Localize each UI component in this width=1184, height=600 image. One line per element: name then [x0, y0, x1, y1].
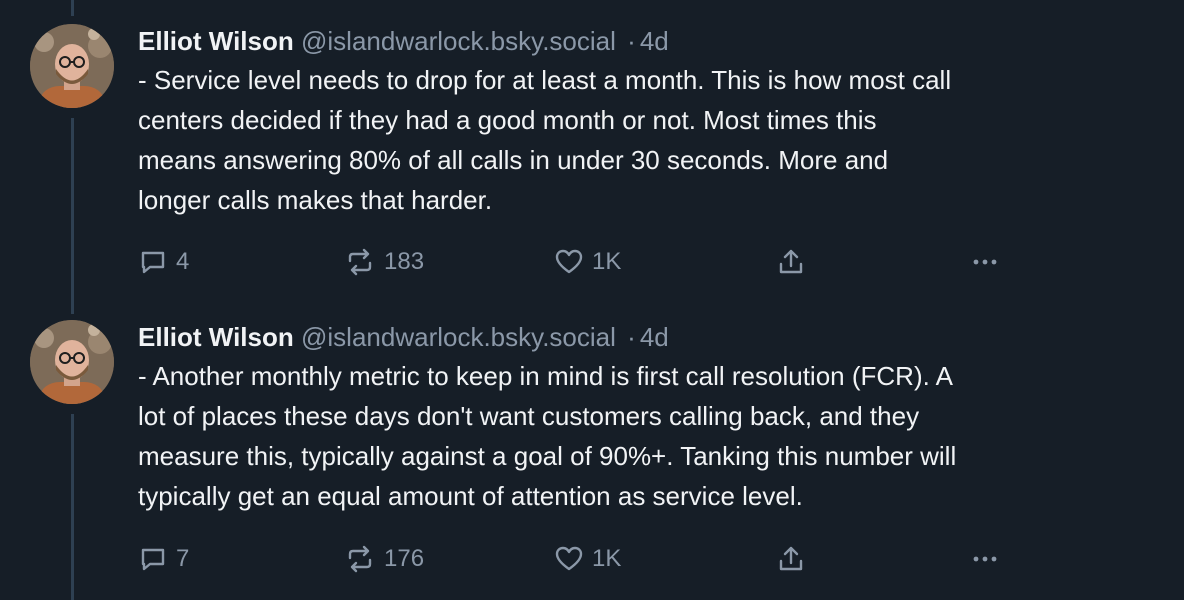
- separator: ·: [627, 322, 636, 352]
- post-actions: 7 176 1K: [138, 541, 1018, 577]
- like-count: 1K: [592, 545, 622, 572]
- post-header: Elliot Wilson @islandwarlock.bsky.social…: [138, 320, 1154, 354]
- separator: ·: [627, 26, 636, 56]
- post-text-line: centers decided if they had a good month…: [138, 105, 877, 135]
- author-handle[interactable]: @islandwarlock.bsky.social: [301, 26, 616, 56]
- repost-icon: [344, 247, 376, 277]
- more-button[interactable]: [970, 541, 1000, 577]
- repost-count: 176: [384, 545, 425, 572]
- post-header: Elliot Wilson @islandwarlock.bsky.social…: [138, 24, 1154, 58]
- post-text-line: lot of places these days don't want cust…: [138, 401, 920, 431]
- reply-icon: [138, 544, 168, 574]
- author-name[interactable]: Elliot Wilson: [138, 26, 294, 56]
- post-text-line: measure this, typically against a goal o…: [138, 441, 957, 471]
- more-icon: [970, 544, 1000, 574]
- post-text-line: means answering 80% of all calls in unde…: [138, 145, 889, 175]
- reply-count: 4: [176, 248, 190, 275]
- timestamp[interactable]: 4d: [640, 322, 669, 352]
- share-button[interactable]: [776, 244, 806, 280]
- like-count: 1K: [592, 248, 622, 275]
- repost-icon: [344, 544, 376, 574]
- share-icon: [776, 544, 806, 574]
- post[interactable]: Elliot Wilson @islandwarlock.bsky.social…: [0, 298, 1184, 596]
- post-text-line: typically get an equal amount of attenti…: [138, 481, 803, 511]
- repost-count: 183: [384, 248, 425, 275]
- repost-button[interactable]: 176: [344, 541, 424, 577]
- post-text-line: - Service level needs to drop for at lea…: [138, 65, 952, 95]
- post-text: - Service level needs to drop for at lea…: [138, 60, 1154, 220]
- post-actions: 4 183 1K: [138, 244, 1018, 280]
- author-name[interactable]: Elliot Wilson: [138, 322, 294, 352]
- heart-icon: [554, 544, 584, 574]
- repost-button[interactable]: 183: [344, 244, 424, 280]
- post[interactable]: Elliot Wilson @islandwarlock.bsky.social…: [0, 0, 1184, 298]
- more-button[interactable]: [970, 244, 1000, 280]
- timestamp[interactable]: 4d: [640, 26, 669, 56]
- heart-icon: [554, 247, 584, 277]
- more-icon: [970, 247, 1000, 277]
- avatar[interactable]: [30, 320, 114, 404]
- like-button[interactable]: 1K: [554, 244, 621, 280]
- post-text-line: longer calls makes that harder.: [138, 185, 493, 215]
- reply-button[interactable]: 7: [138, 541, 189, 577]
- share-button[interactable]: [776, 541, 806, 577]
- like-button[interactable]: 1K: [554, 541, 621, 577]
- share-icon: [776, 247, 806, 277]
- author-handle[interactable]: @islandwarlock.bsky.social: [301, 322, 616, 352]
- avatar[interactable]: [30, 24, 114, 108]
- reply-icon: [138, 247, 168, 277]
- reply-button[interactable]: 4: [138, 244, 189, 280]
- post-text-line: - Another monthly metric to keep in mind…: [138, 361, 953, 391]
- post-text: - Another monthly metric to keep in mind…: [138, 356, 1154, 516]
- reply-count: 7: [176, 545, 190, 572]
